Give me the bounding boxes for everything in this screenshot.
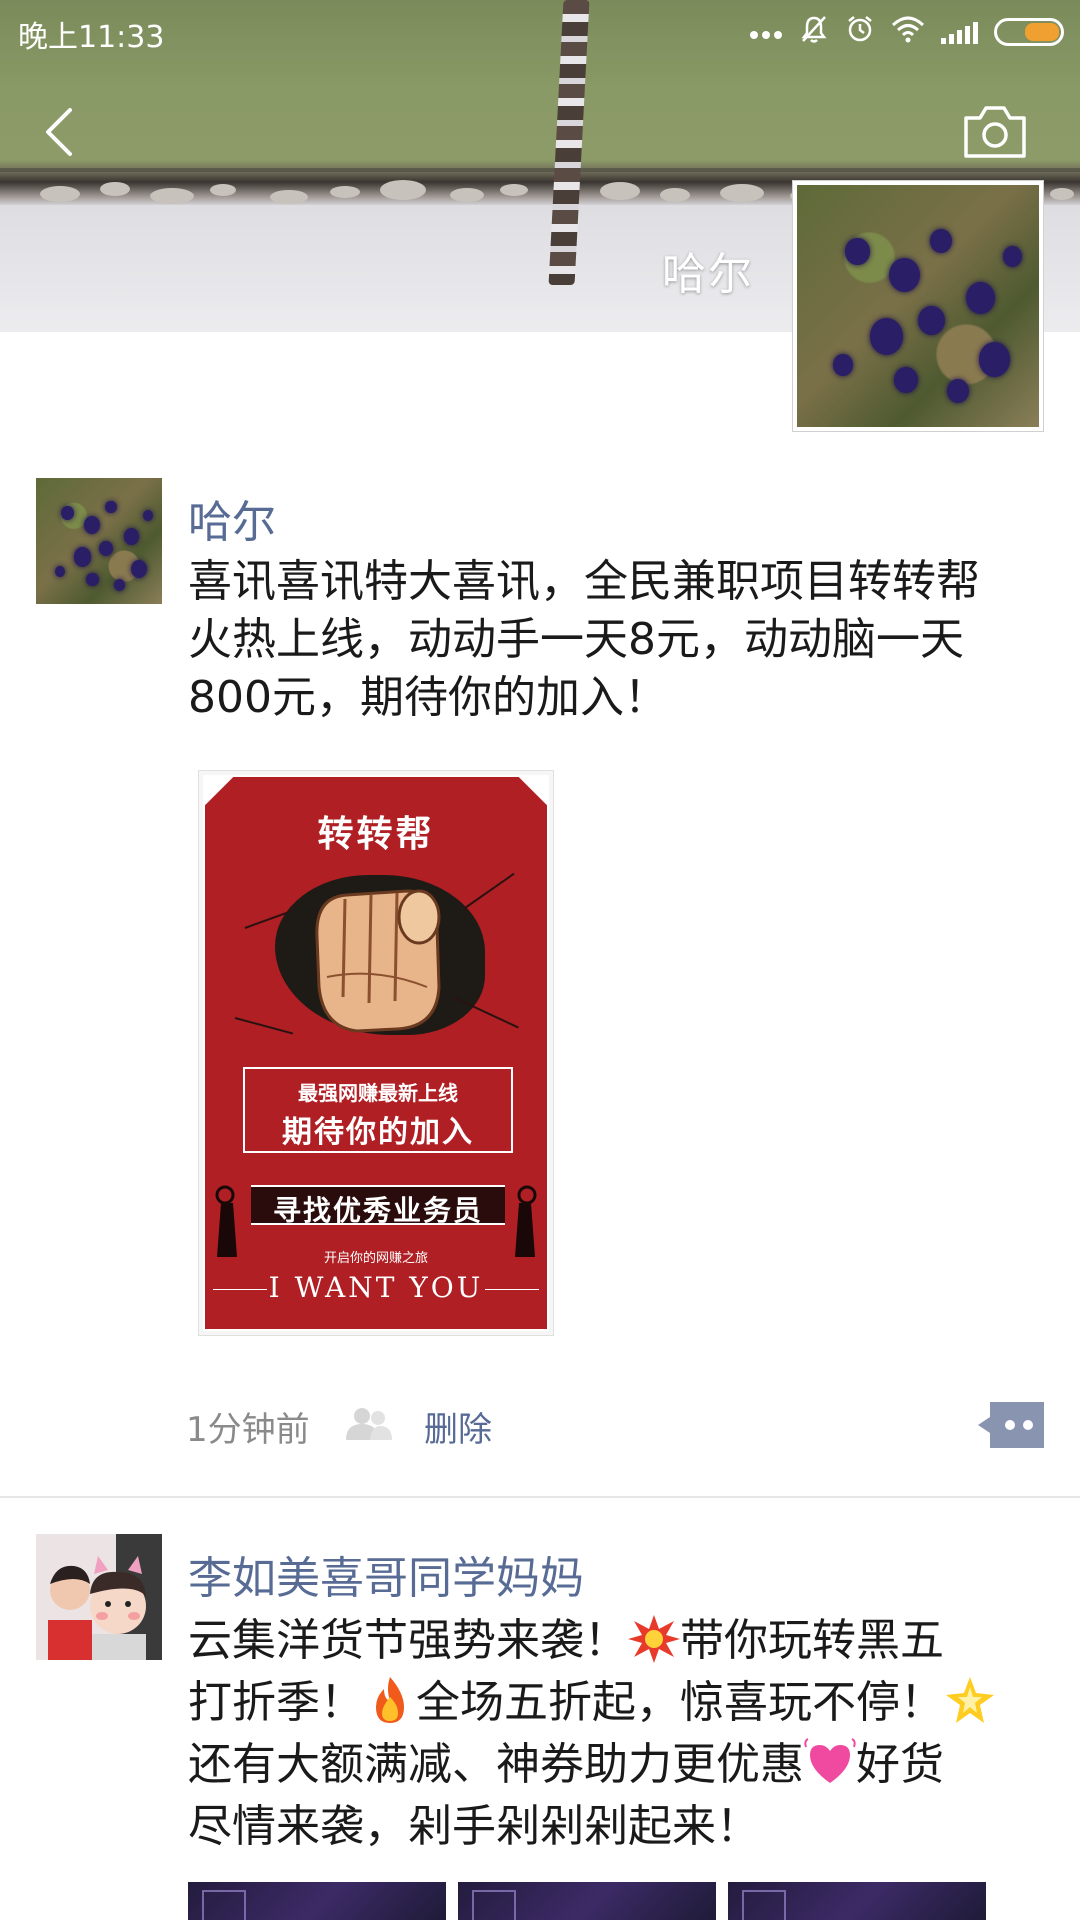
avatar-image <box>797 185 1039 427</box>
poster-english-text: I WANT YOU <box>268 1271 484 1304</box>
poster-artwork: 转转帮 最强网赚最新上线 期待你的加入 寻找优秀业务员 开启你的网赚之旅 I W… <box>203 775 549 1331</box>
post-image-thumb[interactable] <box>728 1882 986 1920</box>
post-image-thumb[interactable] <box>458 1882 716 1920</box>
avatar-image <box>36 1534 162 1660</box>
post-text-line: 打折季！ 全场五折起，惊喜玩不停！ <box>188 1672 1048 1734</box>
avatar-image <box>36 478 162 604</box>
post-text: 喜讯喜讯特大喜讯，全民兼职项目转转帮 火热上线，动动手一天8元，动动脑一天 80… <box>188 553 1048 727</box>
status-time: 晚上11:33 <box>18 20 165 55</box>
poster-band: 寻找优秀业务员 <box>251 1185 505 1227</box>
camera-icon <box>964 106 1026 158</box>
poster-band-text: 寻找优秀业务员 <box>272 1194 483 1227</box>
post-text-line: 火热上线，动动手一天8元，动动脑一天 <box>188 614 964 665</box>
post-author-name[interactable]: 李如美喜哥同学妈妈 <box>188 1542 584 1606</box>
camera-button[interactable] <box>962 104 1028 160</box>
battery-icon <box>994 18 1064 46</box>
delete-button[interactable]: 删除 <box>424 1402 492 1451</box>
back-button[interactable] <box>30 96 90 166</box>
post-image-thumb[interactable] <box>188 1882 446 1920</box>
poster-box-line1: 最强网赚最新上线 <box>298 1081 458 1105</box>
post-author-avatar[interactable] <box>36 1534 162 1660</box>
post-divider <box>0 1496 1080 1498</box>
text-segment: 全场五折起，惊喜玩不停！ <box>416 1677 944 1728</box>
post-image-grid <box>188 1882 986 1920</box>
post-text-line: 800元，期待你的加入！ <box>188 672 668 723</box>
more-comment-icon <box>978 1402 1044 1448</box>
collision-emoji <box>628 1613 680 1663</box>
fire-emoji <box>364 1675 416 1725</box>
beating-heart-emoji <box>804 1737 856 1787</box>
post-timestamp: 1分钟前 <box>186 1410 310 1450</box>
sparkle-star-emoji <box>944 1675 996 1725</box>
signal-icon <box>941 20 978 44</box>
wall-edge <box>0 168 1080 172</box>
pointing-fist-icon <box>315 889 441 1033</box>
poster-box-line2: 期待你的加入 <box>282 1115 474 1150</box>
more-dots-icon <box>749 17 783 47</box>
visibility-people-icon[interactable] <box>344 1406 394 1440</box>
profile-avatar[interactable] <box>792 180 1044 432</box>
wifi-icon <box>891 15 925 50</box>
poster-headline-box: 最强网赚最新上线 期待你的加入 <box>243 1067 513 1153</box>
chevron-left-icon <box>46 108 72 156</box>
mute-bell-icon <box>799 14 829 51</box>
post-image[interactable]: 转转帮 最强网赚最新上线 期待你的加入 寻找优秀业务员 开启你的网赚之旅 I W… <box>198 770 554 1336</box>
text-segment: 云集洋货节强势来袭！ <box>188 1615 628 1666</box>
post-text: 云集洋货节强势来袭！ 带你玩转黑五 打折季！ 全场五折起，惊喜玩不停！ 还有大额满减… <box>188 1610 1048 1858</box>
post-text-line: 还有大额满减、神券助力更优惠 好货 <box>188 1734 1048 1796</box>
text-segment: 带你玩转黑五 <box>680 1615 944 1666</box>
text-segment: 打折季！ <box>188 1677 364 1728</box>
cover-user-name[interactable]: 哈尔 <box>662 238 754 302</box>
text-segment: 还有大额满减、神券助力更优惠 <box>188 1739 804 1790</box>
post-text-line: 云集洋货节强势来袭！ 带你玩转黑五 <box>188 1610 1048 1672</box>
poster-title: 转转帮 <box>317 814 435 855</box>
text-segment: 好货 <box>856 1739 944 1790</box>
text-segment: 尽情来袭，剁手剁剁剁起来！ <box>188 1801 760 1852</box>
like-comment-button[interactable] <box>978 1402 1044 1448</box>
post-text-line: 喜讯喜讯特大喜讯，全民兼职项目转转帮 <box>188 556 980 607</box>
status-icons <box>749 12 1064 52</box>
post-author-avatar[interactable] <box>36 478 162 604</box>
post-author-name[interactable]: 哈尔 <box>188 486 276 550</box>
alarm-icon <box>845 14 875 51</box>
post-text-line: 尽情来袭，剁手剁剁剁起来！ <box>188 1796 1048 1858</box>
poster-subtitle: 开启你的网赚之旅 <box>323 1251 428 1266</box>
